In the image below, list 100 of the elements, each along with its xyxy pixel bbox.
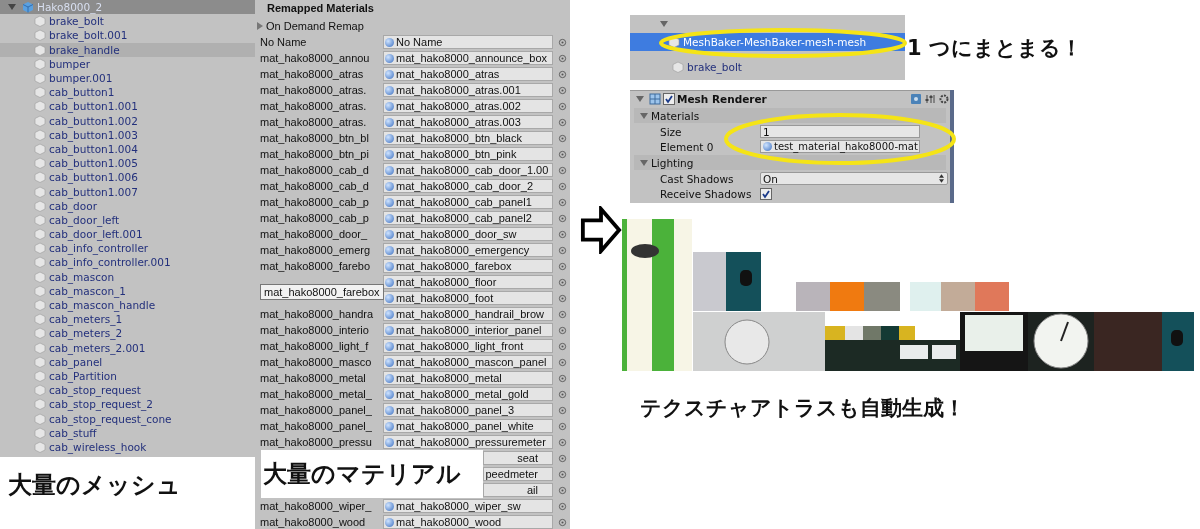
material-field[interactable]: ail (483, 483, 553, 497)
tree-item[interactable]: brake_bolt.001 (0, 28, 255, 43)
material-field[interactable]: mat_hako8000_cab_door_2 (383, 179, 553, 193)
tree-item[interactable]: brake_bolt (0, 14, 255, 29)
tree-item[interactable]: cab_mascon (0, 269, 255, 284)
mesh-cube-icon (34, 228, 46, 241)
mesh-cube-icon (34, 114, 46, 127)
material-field[interactable]: mat_hako8000_emergency (383, 243, 553, 257)
tree-item[interactable]: cab_meters_2.001 (0, 340, 255, 355)
help-icon[interactable] (910, 93, 922, 105)
mesh-cube-icon (34, 72, 46, 85)
tree-item[interactable]: cab_button1 (0, 85, 255, 100)
tree-item[interactable]: bumper (0, 56, 255, 71)
checkbox[interactable] (663, 93, 675, 105)
size-field[interactable]: 1 (760, 125, 920, 138)
material-field[interactable]: mat_hako8000_farebox (383, 259, 553, 273)
material-field[interactable]: mat_hako8000_cab_panel1 (383, 195, 553, 209)
material-field[interactable]: mat_hako8000_metal_gold (383, 387, 553, 401)
tree-item[interactable]: cab_Partition (0, 368, 255, 384)
material-field[interactable]: mat_hako8000_cab_panel2 (383, 211, 553, 225)
tree-item[interactable]: cab_button1.006 (0, 170, 255, 185)
tree-item[interactable]: cab_button1.007 (0, 184, 255, 199)
material-label: mat_hako8000_emerg (260, 244, 372, 256)
mesh-cube-icon (34, 15, 46, 28)
material-field[interactable]: mat_hako8000_door_sw (383, 227, 553, 241)
expand-triangle-icon[interactable] (8, 4, 16, 11)
tree-item[interactable]: brake_handle (0, 42, 255, 57)
material-field[interactable]: mat_hako8000_light_front (383, 339, 553, 353)
material-label: mat_hako8000_cab_p (260, 196, 370, 208)
section-title: Remapped Materials (266, 1, 375, 16)
tree-item[interactable]: cab_button1.002 (0, 113, 255, 128)
material-field[interactable]: mat_hako8000_btn_pink (383, 147, 553, 161)
material-field[interactable]: mat_hako8000_atras (383, 67, 553, 81)
tree-item[interactable]: cab_meters_2 (0, 326, 255, 341)
tree-item[interactable]: cab_stuff (0, 425, 255, 440)
mesh-cube-icon (668, 36, 680, 48)
settings-icon[interactable] (938, 93, 950, 105)
mesh-renderer-icon (649, 93, 661, 105)
checkbox[interactable] (760, 187, 772, 200)
material-label: mat_hako8000_panel_ (260, 404, 373, 416)
tree-item[interactable]: cab_button1.003 (0, 127, 255, 142)
material-field[interactable]: mat_hako8000_atras.001 (383, 83, 553, 97)
tree-item[interactable]: cab_stop_request_cone (0, 411, 255, 426)
foldout[interactable]: On Demand Remap (255, 17, 570, 34)
material-field[interactable]: mat_hako8000_announce_box (383, 51, 553, 65)
material-field[interactable]: mat_hako8000_floor (383, 275, 553, 289)
material-label: mat_hako8000_masco (260, 356, 373, 368)
material-field[interactable]: test_material_hako8000-mat (760, 140, 920, 153)
material-label: mat_hako8000_interio (260, 324, 370, 336)
mesh-cube-icon (34, 299, 46, 312)
material-label: mat_hako8000_atras (260, 68, 365, 80)
material-field[interactable]: mat_hako8000_atras.002 (383, 99, 553, 113)
tree-item[interactable]: cab_info_controller (0, 241, 255, 256)
mesh-cube-icon (34, 57, 46, 70)
material-field[interactable]: mat_hako8000_panel_white (383, 419, 553, 433)
material-field[interactable]: mat_hako8000_wiper_sw (383, 499, 553, 513)
material-field[interactable]: mat_hako8000_btn_black (383, 131, 553, 145)
material-label: mat_hako8000_panel_ (260, 420, 373, 432)
tree-item[interactable]: cab_stop_request_2 (0, 397, 255, 412)
tree-item[interactable]: brake_bolt (630, 59, 905, 75)
tree-item[interactable]: cab_button1.005 (0, 156, 255, 171)
material-field[interactable]: mat_hako8000_metal (383, 371, 553, 385)
caption: テクスチャアトラスも自動生成！ (640, 395, 966, 422)
material-field[interactable]: mat_hako8000_wood (383, 515, 553, 529)
material-field[interactable]: mat_hako8000_cab_door_1.00 (383, 163, 553, 177)
material-label: mat_hako8000_handra (260, 308, 375, 320)
tree-item[interactable]: cab_mascon_handle (0, 297, 255, 313)
tree-item[interactable]: cab_meters_1 (0, 312, 255, 327)
material-field[interactable]: seat (483, 451, 553, 465)
tree-item[interactable]: cab_info_controller.001 (0, 255, 255, 270)
material-field[interactable]: mat_hako8000_interior_panel (383, 323, 553, 337)
mesh-cube-icon (34, 270, 46, 283)
tree-item[interactable]: cab_door_left.001 (0, 227, 255, 242)
property-label: Element 0 (660, 140, 715, 153)
material-label: mat_hako8000_metal_ (260, 388, 373, 400)
mesh-cube-icon (34, 213, 46, 226)
material-field[interactable]: mat_hako8000_panel_3 (383, 403, 553, 417)
tree-item[interactable]: cab_door (0, 198, 255, 213)
mesh-cube-icon (34, 128, 46, 141)
sliders-icon[interactable] (924, 93, 936, 105)
tree-item[interactable]: cab_wireless_hook (0, 439, 255, 454)
mesh-cube-icon (34, 29, 46, 42)
material-field[interactable]: No Name (383, 35, 553, 49)
material-field[interactable]: mat_hako8000_handrail_brow (383, 307, 553, 321)
mesh-cube-icon (34, 157, 46, 170)
tree-item[interactable]: cab_panel (0, 354, 255, 369)
tree-item[interactable]: bumper.001 (0, 70, 255, 86)
material-field[interactable]: mat_hako8000_atras.003 (383, 115, 553, 129)
material-field[interactable]: mat_hako8000_foot (383, 291, 553, 305)
tree-item[interactable]: cab_button1.004 (0, 141, 255, 157)
tree-item[interactable]: cab_mascon_1 (0, 283, 255, 298)
material-field[interactable]: mat_hako8000_pressuremeter (383, 435, 553, 449)
material-field[interactable]: mat_hako8000_mascon_panel (383, 355, 553, 369)
tree-item[interactable]: cab_door_left (0, 212, 255, 227)
tree-item[interactable]: cab_button1.001 (0, 99, 255, 114)
mesh-cube-icon (34, 185, 46, 198)
dropdown[interactable]: On (760, 172, 948, 185)
tree-item[interactable]: cab_stop_request (0, 383, 255, 398)
material-field[interactable]: peedmeter (483, 467, 553, 481)
right-arrow-icon (580, 206, 622, 254)
